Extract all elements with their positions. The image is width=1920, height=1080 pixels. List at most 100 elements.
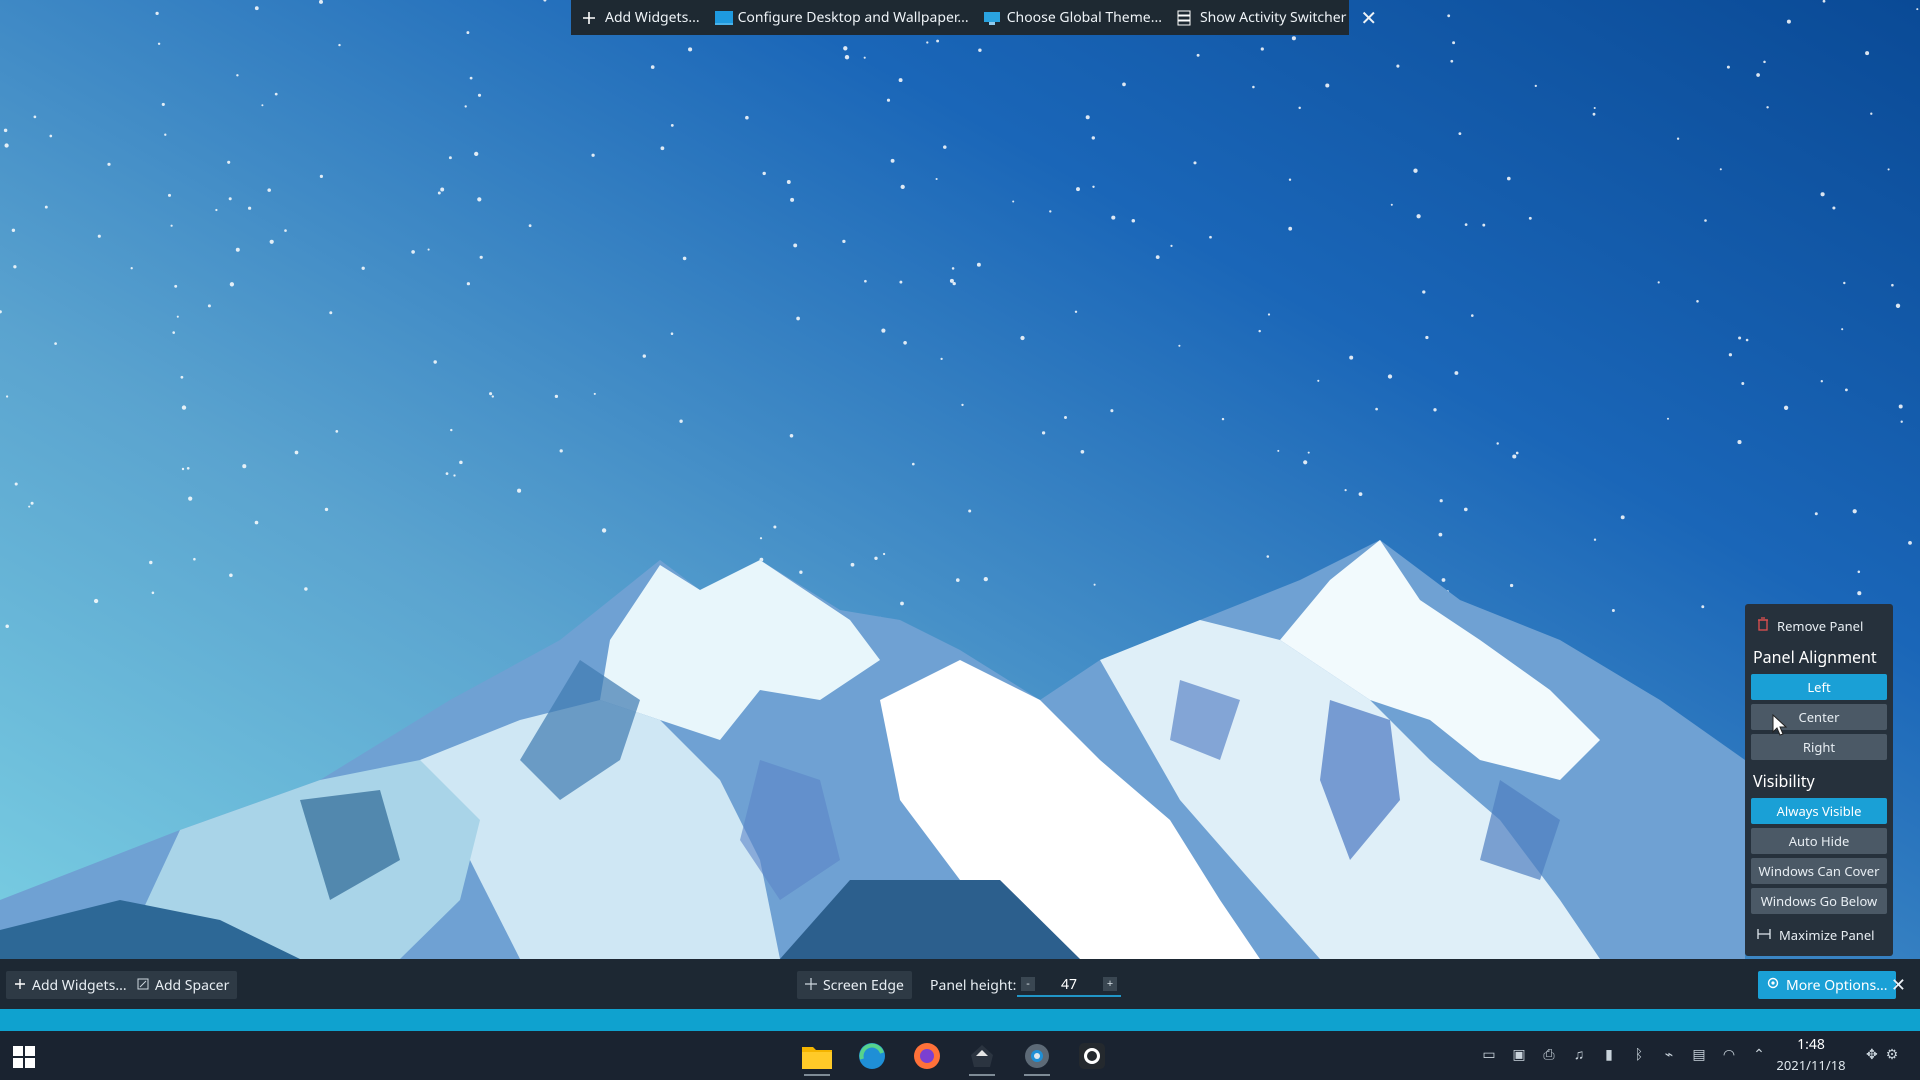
star	[1416, 214, 1421, 219]
panel-add-widgets-button[interactable]: Add Widgets...	[6, 971, 135, 999]
add-spacer-button[interactable]: Add Spacer	[129, 971, 238, 999]
align-right-button[interactable]: Right	[1751, 734, 1887, 760]
star	[1452, 41, 1456, 45]
star	[186, 466, 190, 470]
star	[1178, 344, 1181, 347]
choose-theme-label: Choose Global Theme...	[1006, 8, 1162, 27]
panel-configuration-bar: Add Widgets... Add Spacer Screen Edge Pa…	[0, 959, 1920, 1009]
decrease-height-button[interactable]: -	[1021, 977, 1035, 991]
chevron-up-icon[interactable]: ⌃	[1750, 1045, 1768, 1064]
display-icon[interactable]: ▤	[1690, 1045, 1708, 1064]
star	[1463, 507, 1468, 512]
panel-height-label: Panel height:	[930, 976, 1017, 995]
star	[844, 55, 850, 60]
star	[324, 507, 329, 512]
star	[149, 560, 153, 565]
configure-desktop-button[interactable]: Configure Desktop and Wallpaper...	[714, 8, 969, 27]
panel-resize-ruler[interactable]	[0, 1009, 1920, 1031]
vpn-app-icon[interactable]	[961, 1036, 1003, 1076]
usb-icon[interactable]: ⌁	[1660, 1045, 1678, 1064]
remove-panel-button[interactable]: Remove Panel	[1751, 612, 1887, 640]
maximize-icon	[1757, 926, 1771, 944]
star	[44, 205, 48, 209]
panel-config-close-icon[interactable]: ✕	[1891, 973, 1906, 997]
printer-icon[interactable]: ⎙	[1540, 1045, 1558, 1064]
always-visible-button[interactable]: Always Visible	[1751, 798, 1887, 824]
bluetooth-icon[interactable]: ᛒ	[1630, 1045, 1648, 1064]
star	[1110, 409, 1114, 413]
star	[886, 98, 891, 102]
wifi-icon[interactable]: ◠	[1720, 1045, 1738, 1064]
star	[107, 162, 111, 166]
star	[881, 328, 886, 333]
panel-height-value[interactable]: 47	[1061, 975, 1077, 994]
star	[660, 146, 665, 151]
star	[1413, 168, 1418, 173]
star	[1841, 328, 1844, 331]
increase-height-button[interactable]: +	[1103, 977, 1117, 991]
align-left-button[interactable]: Left	[1751, 674, 1887, 700]
star	[799, 570, 803, 574]
star	[1085, 115, 1090, 120]
notifications-icon[interactable]: ▭	[1480, 1045, 1498, 1064]
github-desktop-icon[interactable]	[1071, 1036, 1113, 1076]
star	[1852, 509, 1857, 514]
star	[167, 193, 172, 197]
battery-icon[interactable]: ▮	[1600, 1045, 1618, 1064]
more-options-button[interactable]: More Options...	[1758, 971, 1896, 999]
star	[1441, 578, 1446, 582]
star	[1349, 355, 1354, 360]
star	[433, 360, 437, 364]
choose-global-theme-button[interactable]: Choose Global Theme...	[983, 8, 1162, 27]
auto-hide-button[interactable]: Auto Hide	[1751, 828, 1887, 854]
clipboard-icon[interactable]: ▣	[1510, 1045, 1528, 1064]
star	[469, 76, 473, 80]
star	[1895, 303, 1901, 308]
star	[261, 104, 264, 107]
edge-dev-icon[interactable]	[851, 1036, 893, 1076]
digital-clock[interactable]: 1:48 2021/11/18	[1775, 1035, 1847, 1075]
star	[1471, 314, 1474, 317]
system-settings-icon[interactable]	[1016, 1036, 1058, 1076]
windows-go-below-button[interactable]: Windows Go Below	[1751, 888, 1887, 914]
maximize-panel-button[interactable]: Maximize Panel	[1751, 918, 1887, 944]
trash-icon	[1757, 617, 1769, 635]
file-manager-icon[interactable]	[796, 1036, 838, 1076]
star	[1425, 335, 1429, 340]
windows-can-cover-button[interactable]: Windows Can Cover	[1751, 858, 1887, 884]
star	[1898, 404, 1903, 409]
star	[477, 197, 482, 202]
star	[1122, 82, 1126, 87]
show-activity-switcher-button[interactable]: Show Activity Switcher	[1176, 8, 1346, 27]
move-icon	[805, 976, 817, 995]
move-handle-icon[interactable]: ✥	[1866, 1045, 1878, 1064]
star	[1728, 353, 1733, 357]
toolbox-close-icon[interactable]: ✕	[1360, 4, 1377, 31]
star	[1450, 59, 1454, 63]
panel-height-spinbox[interactable]: - 47 +	[1017, 973, 1121, 997]
star	[1592, 112, 1596, 116]
star	[1534, 84, 1537, 88]
star	[1209, 235, 1212, 239]
firefox-icon[interactable]	[906, 1036, 948, 1076]
star	[1763, 60, 1766, 64]
star	[1074, 310, 1078, 314]
spacer-icon	[137, 976, 149, 995]
star	[28, 505, 31, 508]
running-indicator	[1024, 1074, 1050, 1076]
volume-icon[interactable]: ♫	[1570, 1045, 1588, 1064]
screen-edge-button[interactable]: Screen Edge	[797, 971, 912, 999]
star	[1041, 431, 1046, 435]
star	[1092, 185, 1095, 188]
star	[1756, 73, 1760, 77]
star	[591, 153, 595, 157]
star	[1307, 451, 1310, 454]
start-menu-icon[interactable]	[12, 1045, 36, 1069]
panel-settings-icon[interactable]: ⚙	[1886, 1045, 1899, 1064]
star	[479, 255, 483, 259]
add-widgets-button[interactable]: Add Widgets...	[581, 8, 700, 27]
star	[157, 42, 161, 46]
star	[14, 482, 18, 486]
running-indicator	[969, 1074, 995, 1076]
star	[319, 174, 323, 178]
